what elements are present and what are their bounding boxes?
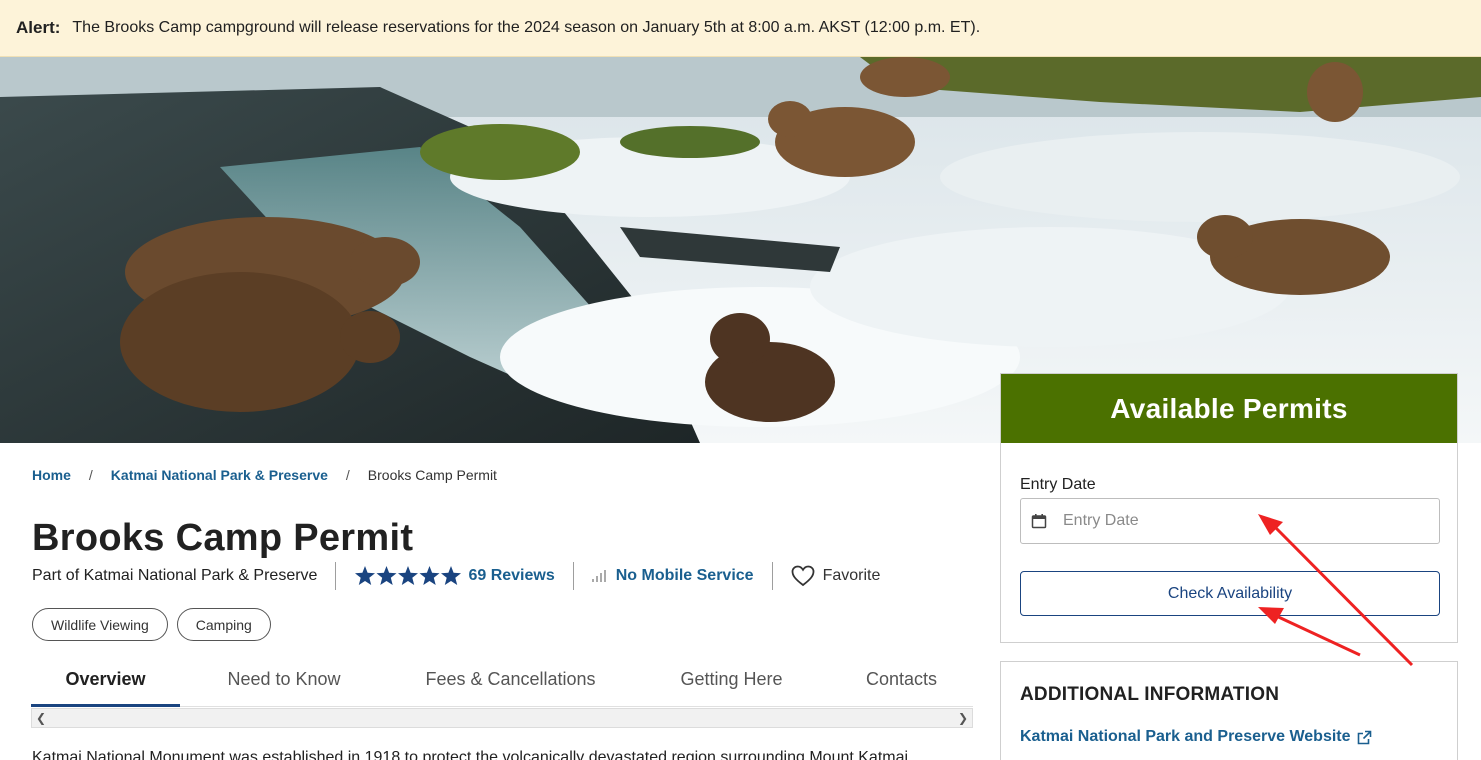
breadcrumb-separator: / [345, 467, 350, 483]
breadcrumb-park[interactable]: Katmai National Park & Preserve [111, 467, 328, 483]
breadcrumb: Home / Katmai National Park & Preserve /… [32, 467, 497, 483]
scroll-left-icon[interactable]: ❮ [36, 711, 46, 725]
content-tabs: Overview Need to Know Fees & Cancellatio… [31, 661, 973, 707]
star-rating[interactable]: 69 Reviews [354, 565, 555, 587]
entry-date-input[interactable] [1063, 512, 1423, 530]
mobile-service-status[interactable]: No Mobile Service [616, 567, 754, 585]
heart-icon [791, 565, 814, 586]
tag-camping[interactable]: Camping [176, 608, 271, 641]
park-website-link-label: Katmai National Park and Preserve Websit… [1020, 728, 1351, 745]
entry-date-field[interactable] [1020, 498, 1440, 544]
additional-info-heading: ADDITIONAL INFORMATION [1020, 684, 1280, 705]
check-availability-button[interactable]: Check Availability [1020, 571, 1440, 616]
divider [572, 561, 574, 590]
breadcrumb-home[interactable]: Home [32, 467, 71, 483]
overview-text: Katmai National Monument was established… [32, 749, 909, 760]
favorite-label: Favorite [822, 566, 881, 584]
favorite-button[interactable]: Favorite [791, 565, 881, 587]
alert-label: Alert: [16, 18, 61, 37]
tag-wildlife-viewing[interactable]: Wildlife Viewing [32, 608, 168, 641]
tab-need-to-know[interactable]: Need to Know [180, 661, 388, 707]
permits-heading: Available Permits [1001, 374, 1457, 443]
available-permits-card: Available Permits Entry Date Check Avail… [1000, 373, 1458, 643]
alert-message: The Brooks Camp campground will release … [72, 19, 981, 36]
star-icons [355, 565, 462, 585]
page-title: Brooks Camp Permit [32, 517, 414, 559]
star-icon [398, 565, 419, 585]
divider [771, 561, 773, 590]
tab-overview[interactable]: Overview [31, 661, 180, 707]
part-of-park: Part of Katmai National Park & Preserve [32, 566, 318, 584]
star-icon [419, 565, 440, 585]
entry-date-label: Entry Date [1020, 476, 1096, 493]
activity-tags: Wildlife Viewing Camping [32, 608, 280, 641]
park-website-link[interactable]: Katmai National Park and Preserve Websit… [1020, 728, 1372, 746]
scroll-right-icon[interactable]: ❯ [958, 711, 968, 725]
star-icon [355, 565, 376, 585]
tab-fees-cancellations[interactable]: Fees & Cancellations [388, 661, 633, 707]
alert-banner: Alert: The Brooks Camp campground will r… [0, 0, 1481, 57]
tab-getting-here[interactable]: Getting Here [633, 661, 830, 707]
tab-contacts[interactable]: Contacts [830, 661, 973, 707]
breadcrumb-separator: / [88, 467, 93, 483]
meta-row: Part of Katmai National Park & Preserve … [32, 561, 880, 590]
star-icon [376, 565, 397, 585]
external-link-icon [1357, 730, 1371, 744]
tabs-scrollbar[interactable]: ❮ ❯ [31, 708, 973, 728]
additional-information-card: ADDITIONAL INFORMATION Katmai National P… [1000, 661, 1458, 760]
divider [335, 561, 337, 590]
signal-icon [591, 569, 606, 582]
calendar-icon[interactable] [1031, 513, 1047, 529]
breadcrumb-current: Brooks Camp Permit [367, 467, 497, 483]
star-icon [441, 565, 462, 585]
reviews-link[interactable]: 69 Reviews [468, 567, 554, 585]
